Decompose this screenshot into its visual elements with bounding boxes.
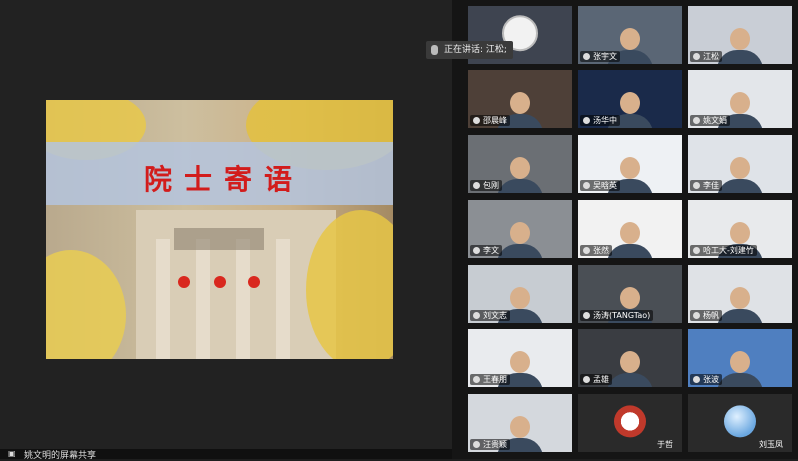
participant-head xyxy=(620,351,640,373)
participant-name: 包刚 xyxy=(470,180,502,191)
participant-head xyxy=(510,92,530,114)
participant-head xyxy=(730,222,750,244)
globe-avatar-icon xyxy=(724,405,756,438)
participant-name: 吴晗英 xyxy=(580,180,620,191)
screen-share-label: 姚文明的屏幕共享 xyxy=(24,451,97,461)
participant-tile[interactable]: 张宇文 xyxy=(578,6,682,64)
participant-tile[interactable]: 刘玉凤 xyxy=(688,394,792,452)
participant-body xyxy=(717,50,763,64)
participant-tile[interactable]: 包刚 xyxy=(468,135,572,193)
participant-head xyxy=(510,351,530,373)
red-lantern xyxy=(178,276,190,288)
participant-tile[interactable]: 邵晨峰 xyxy=(468,70,572,128)
participant-name: 张然 xyxy=(580,245,612,256)
building-sign xyxy=(174,228,264,250)
red-lantern xyxy=(214,276,226,288)
participant-tile[interactable]: 李文 xyxy=(468,200,572,258)
participant-name: 邵晨峰 xyxy=(470,115,510,126)
participant-name: 李佳 xyxy=(690,180,722,191)
participant-name: 刘文志 xyxy=(470,310,510,321)
participant-body xyxy=(717,179,763,193)
organization-logo-icon xyxy=(614,405,646,438)
ginkgo-leaves xyxy=(46,250,126,359)
participant-name: 杨帆 xyxy=(690,310,722,321)
participant-name: 王春朋 xyxy=(470,374,510,385)
building-column xyxy=(196,239,210,359)
participant-tile[interactable]: 王春朋 xyxy=(468,329,572,387)
participant-gallery: 张宇文 江松邵晨峰 汤华中 姚文娟包刚 吴晗英 李佳李文 张然 哈工大-刘建竹刘文志 汤涛(TA… xyxy=(452,0,798,459)
participant-tile[interactable]: 哈工大-刘建竹 xyxy=(688,200,792,258)
participant-name: 张波 xyxy=(690,374,722,385)
participant-tile[interactable]: 姚文娟 xyxy=(688,70,792,128)
participant-name: 姚文娟 xyxy=(690,115,730,126)
speaker-indicator: mic 正在讲话: 江松; xyxy=(426,41,513,59)
mic-icon: mic xyxy=(431,45,438,55)
participant-tile[interactable]: 汪贵颖 xyxy=(468,394,572,452)
participant-head xyxy=(620,157,640,179)
participant-head xyxy=(730,157,750,179)
participant-body xyxy=(717,309,763,323)
participant-name: 哈工大-刘建竹 xyxy=(690,245,757,256)
participant-tile[interactable]: 张波 xyxy=(688,329,792,387)
participant-name: 江松 xyxy=(690,51,722,62)
participant-body xyxy=(607,244,653,258)
participant-tile[interactable]: 于哲 xyxy=(578,394,682,452)
screen-share-status-bar: ▣ 姚文明的屏幕共享 xyxy=(0,449,452,461)
participant-video xyxy=(607,222,653,258)
participant-head xyxy=(730,287,750,309)
presentation-slide: 院士寄语 xyxy=(46,100,393,359)
participant-head xyxy=(510,222,530,244)
participant-name: 刘玉凤 xyxy=(759,440,783,449)
participant-body xyxy=(607,373,653,387)
participant-body xyxy=(497,179,543,193)
participant-video xyxy=(717,287,763,323)
screen-share-icon: ▣ xyxy=(8,449,16,458)
participant-head xyxy=(620,222,640,244)
participant-name: 张宇文 xyxy=(580,51,620,62)
participant-tile[interactable]: 孟雄 xyxy=(578,329,682,387)
participant-head xyxy=(730,92,750,114)
participant-head xyxy=(620,28,640,50)
participant-video xyxy=(717,157,763,193)
participant-video xyxy=(607,351,653,387)
participant-name: 汪贵颖 xyxy=(470,439,510,450)
participant-tile[interactable]: 汤涛(TANGTao) xyxy=(578,265,682,323)
participant-head xyxy=(510,416,530,438)
speaker-indicator-text: 正在讲话: 江松; xyxy=(444,45,507,55)
building-column xyxy=(276,239,290,359)
participant-tile[interactable]: 江松 xyxy=(688,6,792,64)
participant-video xyxy=(497,222,543,258)
participant-name: 汤华中 xyxy=(580,115,620,126)
participant-body xyxy=(497,244,543,258)
building-column xyxy=(156,239,170,359)
participant-tile[interactable]: 杨帆 xyxy=(688,265,792,323)
participant-head xyxy=(620,287,640,309)
participant-tile[interactable]: 张然 xyxy=(578,200,682,258)
participant-head xyxy=(730,351,750,373)
participant-head xyxy=(620,92,640,114)
participant-tile[interactable]: 李佳 xyxy=(688,135,792,193)
participant-video xyxy=(717,28,763,64)
participant-name: 孟雄 xyxy=(580,374,612,385)
participant-video xyxy=(497,157,543,193)
participant-name: 汤涛(TANGTao) xyxy=(580,310,654,321)
participant-head xyxy=(510,157,530,179)
participant-name: 于哲 xyxy=(657,440,673,449)
slide-title: 院士寄语 xyxy=(144,163,305,196)
red-lantern xyxy=(248,276,260,288)
participant-head xyxy=(730,28,750,50)
building-column xyxy=(236,239,250,359)
screen-share-area: 院士寄语 ▣ 姚文明的屏幕共享 xyxy=(0,0,452,461)
participant-head xyxy=(510,287,530,309)
participant-tile[interactable]: 吴晗英 xyxy=(578,135,682,193)
participant-tile[interactable]: 汤华中 xyxy=(578,70,682,128)
participant-video xyxy=(717,351,763,387)
participant-tile[interactable]: 刘文志 xyxy=(468,265,572,323)
participant-body xyxy=(717,373,763,387)
participant-name: 李文 xyxy=(470,245,502,256)
